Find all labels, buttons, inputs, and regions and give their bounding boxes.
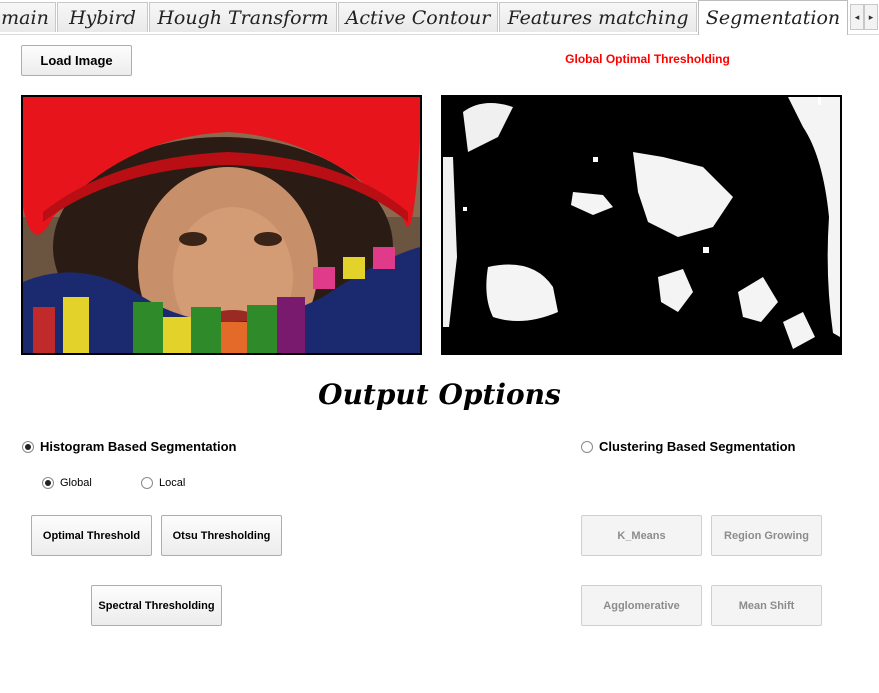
spectral-thresholding-button[interactable]: Spectral Thresholding	[91, 585, 222, 626]
tab-hough-transform[interactable]: Hough Transform	[149, 2, 337, 32]
histogram-radio-circle[interactable]	[22, 440, 34, 453]
portrait-image	[23, 97, 420, 353]
output-image	[441, 95, 842, 355]
tab-scroll-left-button[interactable]: ◂	[850, 4, 864, 30]
region-growing-button[interactable]: Region Growing	[711, 515, 822, 556]
input-image	[21, 95, 422, 355]
tab-main[interactable]: main	[0, 2, 56, 32]
radio-selected-dot	[45, 480, 51, 486]
global-radio-label: Global	[60, 477, 92, 489]
clustering-segmentation-radio[interactable]: Clustering Based Segmentation	[581, 439, 795, 454]
local-radio-label: Local	[159, 477, 186, 489]
tab-active-contour[interactable]: Active Contour	[338, 2, 498, 32]
mean-shift-button[interactable]: Mean Shift	[711, 585, 822, 626]
tab-bar: main Hybird Hough Transform Active Conto…	[0, 0, 879, 35]
histogram-radio-label: Histogram Based Segmentation	[40, 439, 237, 454]
thresholded-image	[443, 97, 840, 353]
kmeans-button[interactable]: K_Means	[581, 515, 702, 556]
agglomerative-button[interactable]: Agglomerative	[581, 585, 702, 626]
global-radio[interactable]: Global	[42, 477, 92, 489]
load-image-button[interactable]: Load Image	[21, 45, 132, 76]
local-radio-circle[interactable]	[141, 477, 153, 489]
clustering-radio-label: Clustering Based Segmentation	[599, 439, 796, 454]
tab-features-matching[interactable]: Features matching	[499, 2, 697, 32]
optimal-threshold-button[interactable]: Optimal Threshold	[31, 515, 152, 556]
status-title: Global Optimal Thresholding	[565, 52, 730, 66]
radio-selected-dot	[25, 443, 31, 450]
output-options-heading: Output Options	[318, 378, 561, 411]
tab-scroll-right-button[interactable]: ▸	[864, 4, 878, 30]
otsu-thresholding-button[interactable]: Otsu Thresholding	[161, 515, 282, 556]
tab-hybird[interactable]: Hybird	[57, 2, 148, 32]
global-radio-circle[interactable]	[42, 477, 54, 489]
tab-segmentation[interactable]: Segmentation	[698, 0, 848, 35]
local-radio[interactable]: Local	[141, 477, 185, 489]
clustering-radio-circle[interactable]	[581, 440, 593, 453]
histogram-segmentation-radio[interactable]: Histogram Based Segmentation	[22, 439, 237, 454]
